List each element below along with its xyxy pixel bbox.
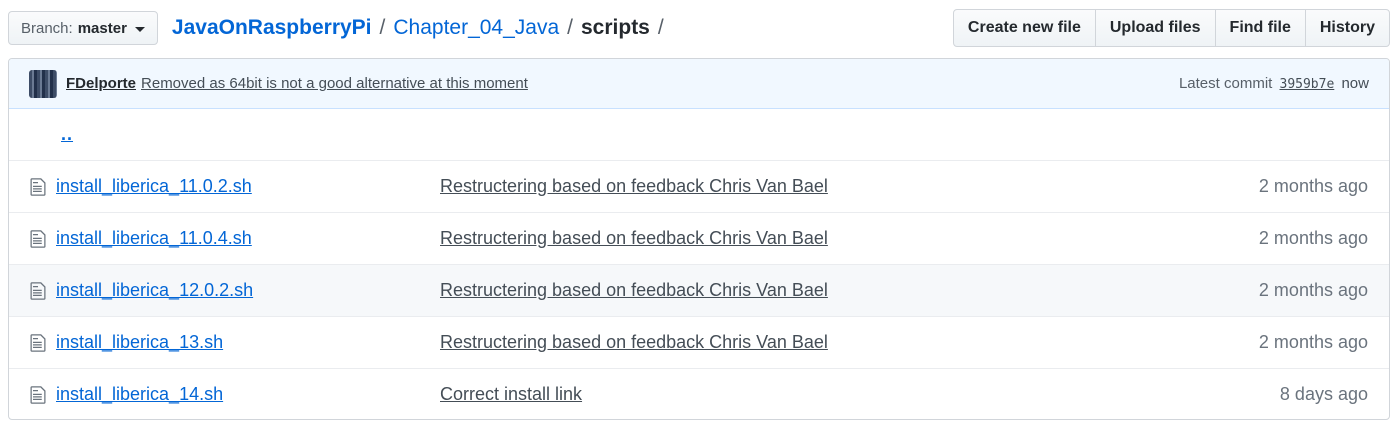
breadcrumb-current: scripts (581, 16, 650, 39)
commit-time: now (1341, 75, 1369, 92)
parent-directory-link[interactable]: .. (61, 124, 73, 145)
file-text-icon (30, 385, 46, 404)
file-commit-age: 2 months ago (1258, 332, 1368, 352)
file-row: install_liberica_13.sh Restructering bas… (9, 316, 1389, 368)
file-row: install_liberica_11.0.2.sh Restructering… (9, 160, 1389, 212)
file-list-box: FDelporte Removed as 64bit is not a good… (8, 58, 1390, 420)
file-commit-message-link[interactable]: Restructering based on feedback Chris Va… (440, 280, 828, 301)
file-commit-age: 8 days ago (1279, 384, 1368, 404)
chevron-down-icon (134, 26, 145, 32)
file-name-link[interactable]: install_liberica_11.0.2.sh (56, 176, 440, 197)
file-commit-age: 2 months ago (1258, 280, 1368, 300)
file-name-link[interactable]: install_liberica_14.sh (56, 384, 440, 405)
create-new-file-button[interactable]: Create new file (952, 9, 1096, 47)
repo-toolbar: Branch: master JavaOnRaspberryPi / Chapt… (8, 8, 1390, 48)
breadcrumb-separator: / (379, 16, 386, 39)
latest-commit-bar: FDelporte Removed as 64bit is not a good… (9, 59, 1389, 109)
file-commit-message-link[interactable]: Restructering based on feedback Chris Va… (440, 228, 828, 249)
branch-value: master (77, 19, 127, 37)
file-text-icon (30, 281, 46, 300)
commit-sha-link[interactable]: 3959b7e (1280, 77, 1335, 92)
branch-select-button[interactable]: Branch: master (8, 11, 158, 45)
history-button[interactable]: History (1304, 9, 1390, 47)
file-commit-message-link[interactable]: Restructering based on feedback Chris Va… (440, 176, 828, 197)
file-row: install_liberica_12.0.2.sh Restructering… (9, 264, 1389, 316)
file-commit-age: 2 months ago (1258, 176, 1368, 196)
parent-directory-row[interactable]: .. (9, 109, 1389, 160)
commit-message-link[interactable]: Removed as 64bit is not a good alternati… (141, 75, 528, 92)
file-name-link[interactable]: install_liberica_12.0.2.sh (56, 280, 440, 301)
file-commit-message-link[interactable]: Correct install link (440, 384, 582, 405)
latest-commit-info: Latest commit 3959b7e now (1179, 75, 1369, 92)
find-file-button[interactable]: Find file (1214, 9, 1306, 47)
file-row: install_liberica_14.sh Correct install l… (9, 368, 1389, 419)
file-name-link[interactable]: install_liberica_11.0.4.sh (56, 228, 440, 249)
commit-author-link[interactable]: FDelporte (66, 75, 136, 92)
upload-files-button[interactable]: Upload files (1094, 9, 1216, 47)
file-row: install_liberica_11.0.4.sh Restructering… (9, 212, 1389, 264)
file-text-icon (30, 177, 46, 196)
file-commit-age: 2 months ago (1258, 228, 1368, 248)
user-avatar[interactable] (29, 69, 57, 98)
breadcrumb: JavaOnRaspberryPi / Chapter_04_Java / sc… (172, 16, 672, 40)
breadcrumb-folder-link[interactable]: Chapter_04_Java (393, 16, 559, 40)
latest-commit-label: Latest commit (1178, 75, 1273, 92)
breadcrumb-separator: / (567, 16, 573, 39)
breadcrumb-separator: / (657, 16, 664, 39)
breadcrumb-repo-link[interactable]: JavaOnRaspberryPi (172, 16, 372, 40)
file-name-link[interactable]: install_liberica_13.sh (56, 332, 440, 353)
file-commit-message-link[interactable]: Restructering based on feedback Chris Va… (440, 332, 828, 353)
file-text-icon (30, 229, 46, 248)
file-actions-group: Create new file Upload files Find file H… (952, 9, 1390, 47)
file-text-icon (30, 333, 46, 352)
branch-label: Branch: (21, 19, 73, 37)
